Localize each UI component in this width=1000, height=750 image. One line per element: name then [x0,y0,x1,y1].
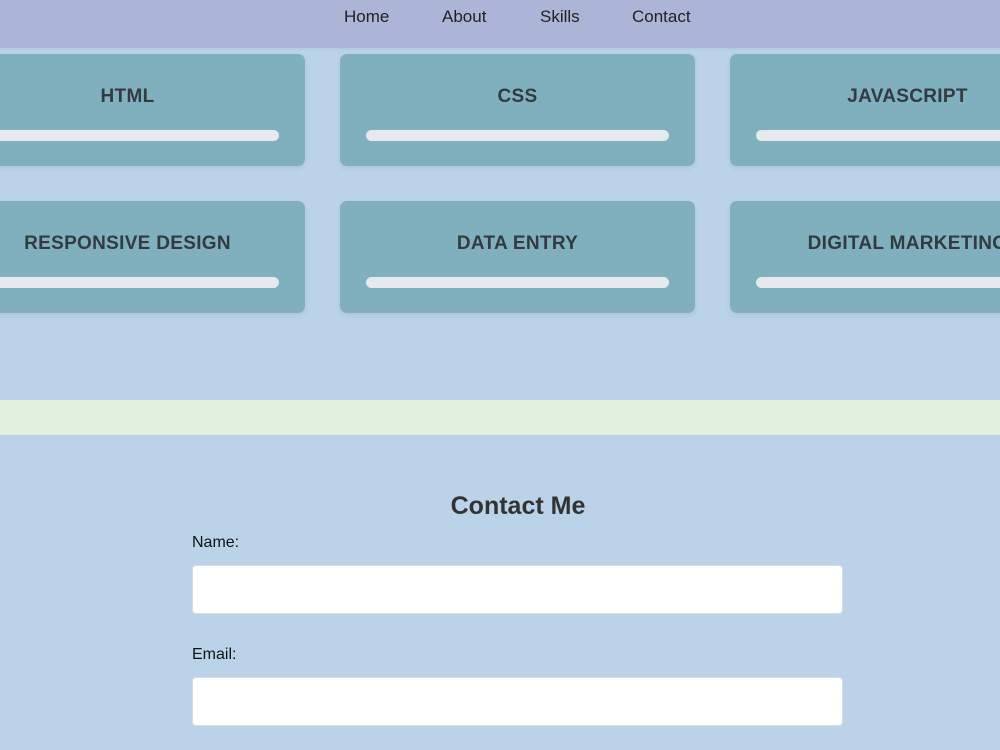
section-divider-band [0,400,1000,435]
skill-card-css: CSS [340,54,695,166]
skill-title: CSS [497,86,538,107]
skill-title: RESPONSIVE DESIGN [24,233,231,254]
skill-progress-bar [0,130,279,141]
skill-title: DIGITAL MARKETING [807,233,1000,254]
nav-link-contact[interactable]: Contact [632,7,691,27]
skill-progress-bar [366,277,669,288]
skill-progress-bar [756,277,1000,288]
skill-progress-bar [366,130,669,141]
skill-progress-bar [0,277,279,288]
skill-card-responsive-design: RESPONSIVE DESIGN [0,201,305,313]
skill-card-digital-marketing: DIGITAL MARKETING [730,201,1000,313]
skill-card-data-entry: DATA ENTRY [340,201,695,313]
name-input[interactable] [192,565,843,614]
nav-link-skills[interactable]: Skills [540,7,580,27]
navbar: Home About Skills Contact [0,0,1000,48]
skill-title: HTML [100,86,155,107]
skill-card-html: HTML [0,54,305,166]
skill-card-javascript: JAVASCRIPT [730,54,1000,166]
nav-link-about[interactable]: About [442,7,486,27]
skill-title: JAVASCRIPT [847,86,968,107]
contact-title: Contact Me [450,492,586,520]
nav-link-home[interactable]: Home [344,7,389,27]
email-label: Email: [192,646,237,663]
email-input[interactable] [192,677,843,726]
skill-progress-bar [756,130,1000,141]
name-label: Name: [192,534,240,551]
skill-title: DATA ENTRY [456,233,579,254]
page: Home About Skills Contact HTML CSS JAVAS… [0,0,1000,750]
